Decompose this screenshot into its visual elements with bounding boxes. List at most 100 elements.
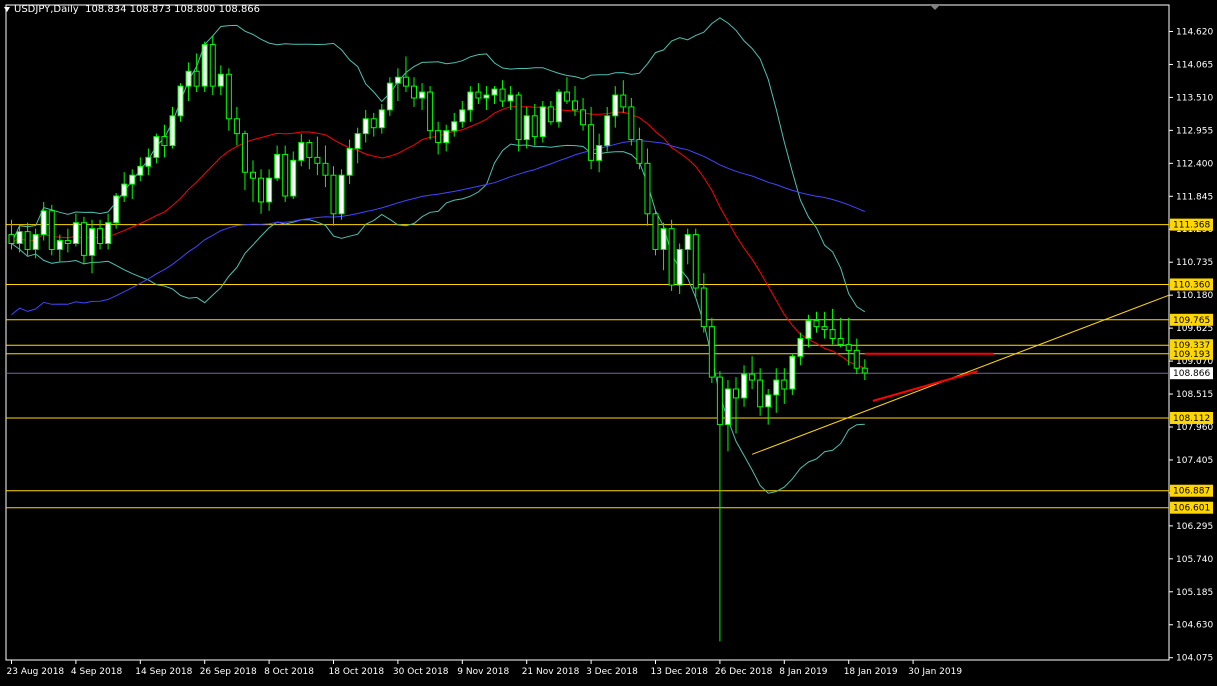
candle-body <box>861 367 868 374</box>
x-tick-label: 9 Nov 2018 <box>457 667 509 677</box>
candle-body <box>97 228 104 245</box>
candle-body <box>805 320 812 340</box>
candle-body <box>563 91 570 102</box>
candle-body <box>515 94 522 141</box>
dropdown-icon[interactable] <box>4 6 10 12</box>
candle-body <box>741 373 748 399</box>
level-price-tag: 109.765 <box>1173 316 1210 326</box>
candle-body <box>80 222 87 256</box>
x-tick-label: 30 Jan 2019 <box>908 667 962 677</box>
candle-body <box>547 106 554 123</box>
candle-body <box>781 379 788 390</box>
y-tick-label: 110.735 <box>1176 258 1213 268</box>
candle-body <box>72 222 79 245</box>
y-tick-label: 112.955 <box>1176 126 1213 136</box>
candle-body <box>451 121 458 132</box>
candle-body <box>419 91 426 99</box>
candle-body <box>129 174 136 185</box>
support-trendline <box>751 294 1170 455</box>
candle-body <box>596 145 603 161</box>
candle-body <box>604 115 611 147</box>
level-price-tag: 106.601 <box>1173 504 1210 514</box>
x-tick-label: 23 Aug 2018 <box>7 667 65 677</box>
candle-body <box>716 376 723 426</box>
bollinger-upper <box>11 17 866 313</box>
ohlc-values: 108.834 108.873 108.800 108.866 <box>85 4 261 15</box>
candle-body <box>829 329 836 340</box>
candle-body <box>314 156 321 164</box>
candle-body <box>773 379 780 396</box>
candle-body <box>539 106 546 138</box>
candle-body <box>113 195 120 224</box>
x-tick-label: 30 Oct 2018 <box>393 667 449 677</box>
bollinger-lower <box>11 143 865 494</box>
candle-body <box>290 159 297 197</box>
price-chart[interactable]: 114.620 114.065 113.510 112.955 112.400 111.8… <box>0 0 1217 686</box>
candle-body <box>201 44 208 87</box>
x-tick-label: 8 Jan 2019 <box>779 667 827 677</box>
candle-body <box>105 222 112 245</box>
candle-body <box>56 240 63 250</box>
candle-body <box>700 287 707 328</box>
red-trendline <box>872 370 978 402</box>
candle-body <box>789 355 796 390</box>
y-tick-label: 105.185 <box>1176 588 1213 598</box>
candle-body <box>40 210 47 236</box>
level-price-tag: 111.368 <box>1173 221 1210 231</box>
level-price-tag: 109.193 <box>1173 350 1210 360</box>
candle-body <box>306 142 313 158</box>
y-tick-label: 114.620 <box>1176 28 1213 38</box>
candle-body <box>137 165 144 176</box>
y-tick-label: 111.845 <box>1176 192 1213 202</box>
candle-body <box>322 162 329 176</box>
candle-body <box>668 228 675 286</box>
x-tick-label: 26 Sep 2018 <box>200 667 257 677</box>
candle-body <box>555 91 562 123</box>
candle-body <box>370 118 377 129</box>
candle-body <box>346 147 353 176</box>
candle-body <box>837 338 844 345</box>
candle-body <box>225 73 232 120</box>
candle-body <box>354 133 361 149</box>
x-tick-label: 18 Oct 2018 <box>329 667 385 677</box>
candle-body <box>338 174 345 215</box>
y-tick-label: 104.630 <box>1176 621 1213 631</box>
shift-marker-icon <box>930 5 940 10</box>
candle-body <box>467 91 474 111</box>
candle-body <box>386 82 393 111</box>
y-tick-label: 110.180 <box>1176 291 1213 301</box>
candle-body <box>523 115 530 141</box>
candle-body <box>402 76 409 87</box>
candle-body <box>475 91 482 99</box>
y-tick-label: 113.510 <box>1176 93 1213 103</box>
candle-body <box>411 85 417 99</box>
candle-body <box>153 136 160 158</box>
candle-body <box>620 94 627 108</box>
candle-body <box>749 373 756 381</box>
y-tick-label: 107.960 <box>1176 423 1213 433</box>
chart-window[interactable]: 114.620 114.065 113.510 112.955 112.400 111.8… <box>0 0 1217 686</box>
candle-body <box>250 171 256 179</box>
y-tick-label: 108.515 <box>1176 390 1213 400</box>
candle-body <box>443 130 450 144</box>
candle-body <box>821 326 828 331</box>
candle-body <box>757 379 764 408</box>
x-tick-label: 26 Dec 2018 <box>715 667 773 677</box>
y-tick-label: 104.075 <box>1176 654 1213 664</box>
candle-body <box>394 76 401 84</box>
candle-body <box>121 183 128 197</box>
candle-body <box>724 388 731 426</box>
candle-body <box>233 118 240 135</box>
candle-body <box>435 130 442 144</box>
candle-body <box>298 142 305 161</box>
candle-body <box>531 115 538 138</box>
candle-body <box>628 106 635 141</box>
candle-body <box>684 234 691 250</box>
symbol-label: USDJPY,Daily <box>14 4 79 15</box>
candle-body <box>652 213 659 250</box>
x-tick-label: 3 Dec 2018 <box>586 667 638 677</box>
candle-body <box>660 228 667 250</box>
candle-body <box>209 44 216 87</box>
candle-body <box>217 73 224 87</box>
candle-body <box>853 349 860 369</box>
